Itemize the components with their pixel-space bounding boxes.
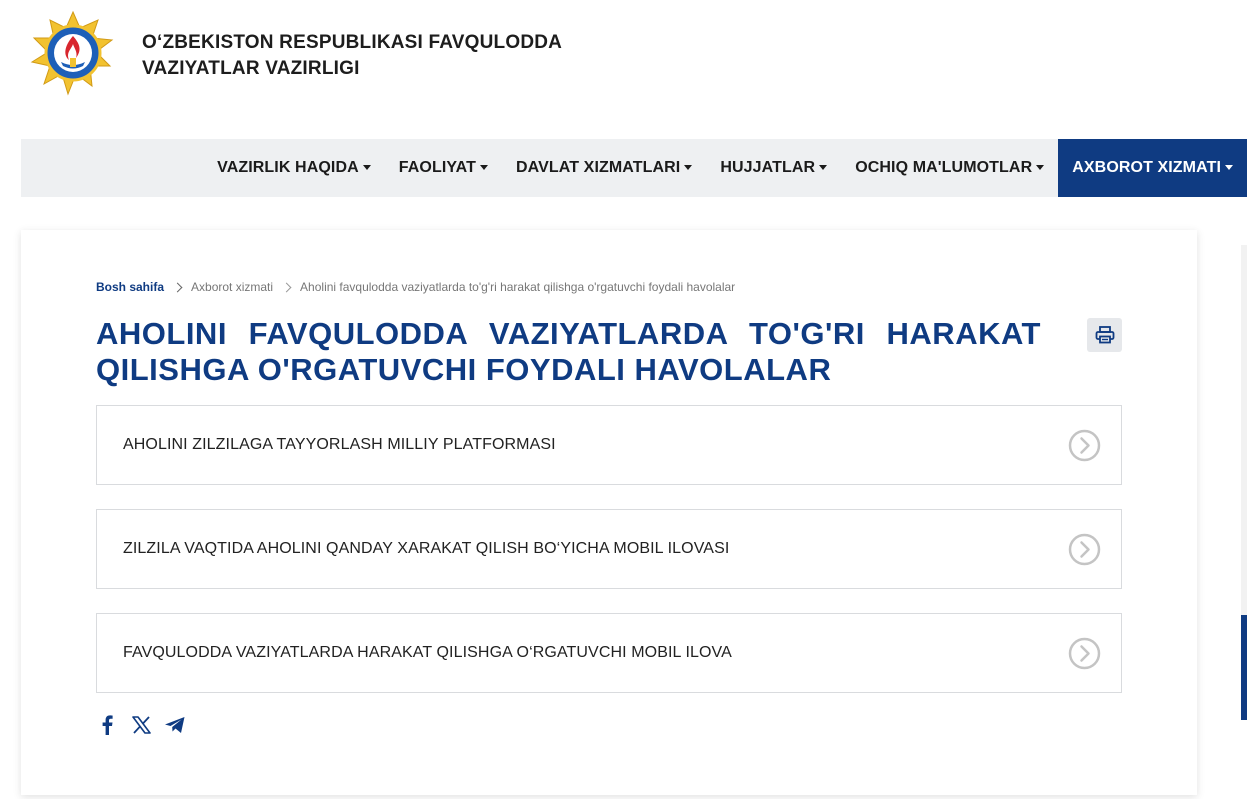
link-item-label: AHOLINI ZILZILAGA TAYYORLASH MILLIY PLAT… <box>123 436 556 453</box>
caret-down-icon <box>480 164 489 170</box>
chevron-right-icon <box>172 282 183 292</box>
share-bar <box>96 714 186 736</box>
link-item-earthquake-mobile-app[interactable]: ZILZILA VAQTIDA AHOLINI QANDAY XARAKAT Q… <box>96 509 1122 589</box>
org-name: O‘ZBEKISTON RESPUBLIKASI FAVQULODDA VAZI… <box>142 32 562 79</box>
breadcrumb-section-link[interactable]: Axborot xizmati <box>191 280 273 294</box>
nav-item-davlat-xizmatlari[interactable]: DAVLAT XIZMATLARI <box>502 139 706 197</box>
breadcrumb-home-link[interactable]: Bosh sahifa <box>96 280 164 294</box>
link-item-emergency-mobile-app[interactable]: FAVQULODDA VAZIYATLARDA HARAKAT QILISHGA… <box>96 613 1122 693</box>
chevron-circle-right-icon <box>1068 637 1101 670</box>
link-item-label: ZILZILA VAQTIDA AHOLINI QANDAY XARAKAT Q… <box>123 540 730 557</box>
caret-down-icon <box>1036 164 1045 170</box>
nav-item-vazirlik-haqida[interactable]: VAZIRLIK HAQIDA <box>203 139 385 197</box>
caret-down-icon <box>1225 164 1233 170</box>
nav-item-hujjatlar[interactable]: HUJJATLAR <box>706 139 841 197</box>
caret-down-icon <box>362 164 371 170</box>
ministry-emblem-icon[interactable] <box>28 10 118 98</box>
nav-item-faoliyat[interactable]: FAOLIYAT <box>385 139 502 197</box>
site-header: O‘ZBEKISTON RESPUBLIKASI FAVQULODDA VAZI… <box>0 0 1247 139</box>
breadcrumb: Bosh sahifa Axborot xizmati Aholini favq… <box>96 280 735 294</box>
breadcrumb-current: Aholini favqulodda vaziyatlarda to'g'ri … <box>300 280 736 294</box>
content-card: Bosh sahifa Axborot xizmati Aholini favq… <box>21 230 1197 795</box>
nav-item-label: HUJJATLAR <box>720 159 816 176</box>
nav-item-label: AXBOROT XIZMATI <box>1072 159 1221 176</box>
facebook-icon[interactable] <box>96 714 118 736</box>
nav-item-ochiq-malumotlar[interactable]: OCHIQ MA'LUMOTLAR <box>841 139 1058 197</box>
x-twitter-icon[interactable] <box>130 714 152 736</box>
chevron-circle-right-icon <box>1068 429 1101 462</box>
nav-item-label: DAVLAT XIZMATLARI <box>516 159 681 176</box>
link-item-earthquake-platform[interactable]: AHOLINI ZILZILAGA TAYYORLASH MILLIY PLAT… <box>96 405 1122 485</box>
nav-item-label: OCHIQ MA'LUMOTLAR <box>855 159 1033 176</box>
chevron-right-icon <box>281 282 292 292</box>
caret-down-icon <box>819 164 828 170</box>
nav-item-label: VAZIRLIK HAQIDA <box>217 159 359 176</box>
scrollbar-thumb[interactable] <box>1241 615 1247 720</box>
page-title: AHOLINI FAVQULODDA VAZIYATLARDA TO'G'RI … <box>96 316 1041 387</box>
link-item-label: FAVQULODDA VAZIYATLARDA HARAKAT QILISHGA… <box>123 644 732 661</box>
telegram-icon[interactable] <box>164 714 186 736</box>
chevron-circle-right-icon <box>1068 533 1101 566</box>
nav-item-axborot-xizmati[interactable]: AXBOROT XIZMATI <box>1058 139 1247 197</box>
nav-item-label: FAOLIYAT <box>398 159 477 176</box>
main-nav: VAZIRLIK HAQIDA FAOLIYAT DAVLAT XIZMATLA… <box>21 139 1247 197</box>
print-button[interactable] <box>1087 318 1122 352</box>
printer-icon <box>1095 326 1114 344</box>
caret-down-icon <box>684 164 693 170</box>
